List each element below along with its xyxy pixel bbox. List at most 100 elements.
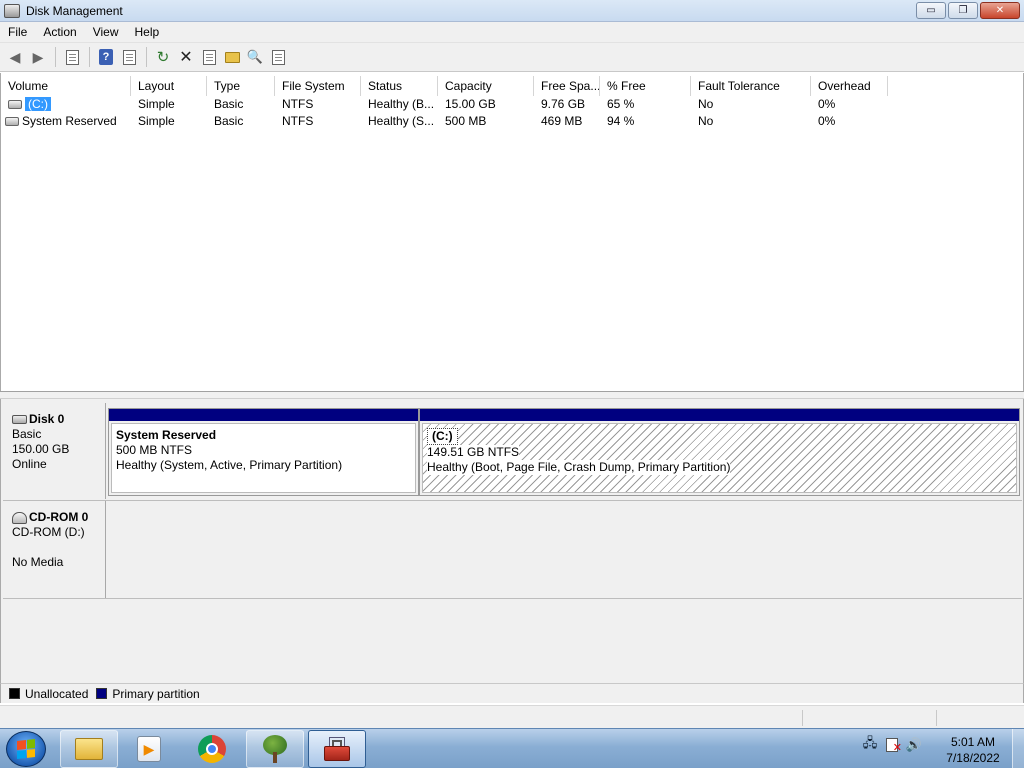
disk-0-partitions: System Reserved 500 MB NTFS Healthy (Sys…	[106, 403, 1022, 499]
disk-type: Basic	[12, 427, 42, 441]
show-hide-console-tree-button[interactable]	[61, 46, 83, 68]
fault-tolerance-cell: No	[698, 96, 714, 111]
close-button[interactable]: ✕	[980, 2, 1020, 19]
properties-button[interactable]	[118, 46, 140, 68]
volume-cell: (C:)	[1, 96, 131, 111]
taskbar-tree-app-button[interactable]	[246, 730, 304, 768]
close-icon: ✕	[995, 5, 1005, 16]
taskbar-computer-management-button[interactable]	[308, 730, 366, 768]
volume-list-header: Volume Layout Type File System Status Ca…	[1, 76, 1023, 96]
taskbar-chrome-button[interactable]	[183, 730, 241, 768]
taskbar-media-player-button[interactable]: ▶	[120, 730, 178, 768]
check-button[interactable]	[198, 46, 220, 68]
cd-drive-icon	[12, 511, 27, 524]
disk-size: 150.00 GB	[12, 442, 70, 456]
column-header-percent-free[interactable]: % Free	[600, 76, 691, 96]
minimize-button[interactable]: ▭	[916, 2, 946, 19]
partition-size: 149.51 GB NTFS	[427, 445, 520, 460]
capacity-cell: 15.00 GB	[445, 96, 496, 111]
clock-time: 5:01 AM	[950, 735, 996, 749]
explore-button[interactable]: 🔍	[244, 46, 266, 68]
layout-cell: Simple	[138, 96, 175, 111]
primary-partition-swatch	[96, 688, 108, 699]
column-header-status[interactable]: Status	[361, 76, 438, 96]
status-cell: Healthy (B...	[368, 96, 435, 111]
checklist-icon	[202, 49, 216, 65]
column-header-volume[interactable]: Volume	[1, 76, 131, 96]
primary-partition-bar	[109, 409, 418, 421]
partition-body: System Reserved 500 MB NTFS Healthy (Sys…	[111, 423, 416, 493]
menu-action[interactable]: Action	[35, 25, 84, 39]
legend: Unallocated Primary partition	[0, 683, 1024, 703]
disk-name: CD-ROM 0	[29, 510, 89, 524]
taskbar-explorer-button[interactable]	[60, 730, 118, 768]
volume-list: Volume Layout Type File System Status Ca…	[0, 73, 1024, 391]
toolbar-separator	[89, 47, 90, 67]
console-tree-icon	[65, 49, 79, 65]
disk-type: CD-ROM (D:)	[12, 525, 85, 539]
column-header-overhead[interactable]: Overhead	[811, 76, 888, 96]
column-header-capacity[interactable]: Capacity	[438, 76, 534, 96]
help-button[interactable]: ?	[95, 46, 117, 68]
magnifier-icon: 🔍	[246, 49, 264, 64]
toolbar-separator	[55, 47, 56, 67]
network-icon[interactable]: 🖧	[862, 735, 878, 753]
toolbar-separator	[146, 47, 147, 67]
disk-management-icon	[4, 3, 20, 18]
taskbar-clock[interactable]: 5:01 AM 7/18/2022	[936, 734, 1010, 766]
overhead-cell: 0%	[818, 113, 836, 128]
title-bar: Disk Management ▭ ❐ ✕	[0, 0, 1024, 22]
column-header-layout[interactable]: Layout	[131, 76, 207, 96]
hard-disk-icon	[12, 415, 27, 425]
minimize-icon: ▭	[926, 5, 936, 16]
menu-bar: File Action View Help	[0, 22, 1024, 43]
folder-open-icon	[224, 51, 240, 63]
unallocated-swatch	[9, 688, 20, 699]
column-header-file-system[interactable]: File System	[275, 76, 361, 96]
windows-logo-icon	[17, 739, 35, 759]
toolbar: ◀ ▶ ? ↻ ✕ 🔍	[0, 43, 1024, 72]
action-center-flag-icon[interactable]: ✕	[886, 738, 902, 754]
disk-0-label[interactable]: Disk 0 Basic 150.00 GB Online	[3, 403, 106, 499]
column-header-fault-tolerance[interactable]: Fault Tolerance	[691, 76, 811, 96]
restore-button[interactable]: ❐	[948, 2, 978, 19]
table-row[interactable]: (C:) Simple Basic NTFS Healthy (B... 15.…	[1, 95, 1023, 112]
rescan-icon	[271, 49, 285, 65]
forward-button[interactable]: ▶	[27, 46, 49, 68]
refresh-button[interactable]: ↻	[152, 46, 174, 68]
pane-splitter[interactable]	[0, 391, 1024, 399]
file-system-cell: NTFS	[282, 113, 314, 128]
table-row[interactable]: System Reserved Simple Basic NTFS Health…	[1, 112, 1023, 129]
free-space-cell: 9.76 GB	[541, 96, 586, 111]
capacity-cell: 500 MB	[445, 113, 487, 128]
help-icon: ?	[99, 49, 113, 65]
chrome-icon	[198, 735, 226, 763]
system-tray: 🖧 ✕ 🔊	[862, 735, 922, 754]
file-system-cell: NTFS	[282, 96, 314, 111]
volume-icon[interactable]: 🔊	[906, 737, 922, 753]
open-button[interactable]	[221, 46, 243, 68]
status-cell: Healthy (S...	[368, 113, 435, 128]
properties-icon	[122, 49, 136, 65]
cdrom-0-area	[106, 501, 1022, 598]
menu-view[interactable]: View	[85, 25, 127, 39]
partition-system-reserved[interactable]: System Reserved 500 MB NTFS Healthy (Sys…	[108, 408, 419, 496]
menu-file[interactable]: File	[0, 25, 35, 39]
back-button[interactable]: ◀	[4, 46, 26, 68]
disk-state: No Media	[12, 555, 64, 569]
percent-free-cell: 65 %	[607, 96, 635, 111]
window-title: Disk Management	[26, 3, 123, 18]
primary-partition-bar	[420, 409, 1019, 421]
rescan-button[interactable]	[267, 46, 289, 68]
partition-c[interactable]: (C:) 149.51 GB NTFS Healthy (Boot, Page …	[419, 408, 1020, 496]
status-separator	[936, 710, 937, 726]
delete-button[interactable]: ✕	[175, 46, 197, 68]
show-desktop-button[interactable]	[1012, 729, 1024, 768]
start-button[interactable]	[6, 731, 46, 767]
type-cell: Basic	[214, 96, 244, 111]
column-header-free-space[interactable]: Free Spa...	[534, 76, 600, 96]
partition-body: (C:) 149.51 GB NTFS Healthy (Boot, Page …	[422, 423, 1017, 493]
cdrom-0-label[interactable]: CD-ROM 0 CD-ROM (D:) No Media	[3, 501, 106, 598]
column-header-type[interactable]: Type	[207, 76, 275, 96]
menu-help[interactable]: Help	[127, 25, 168, 39]
